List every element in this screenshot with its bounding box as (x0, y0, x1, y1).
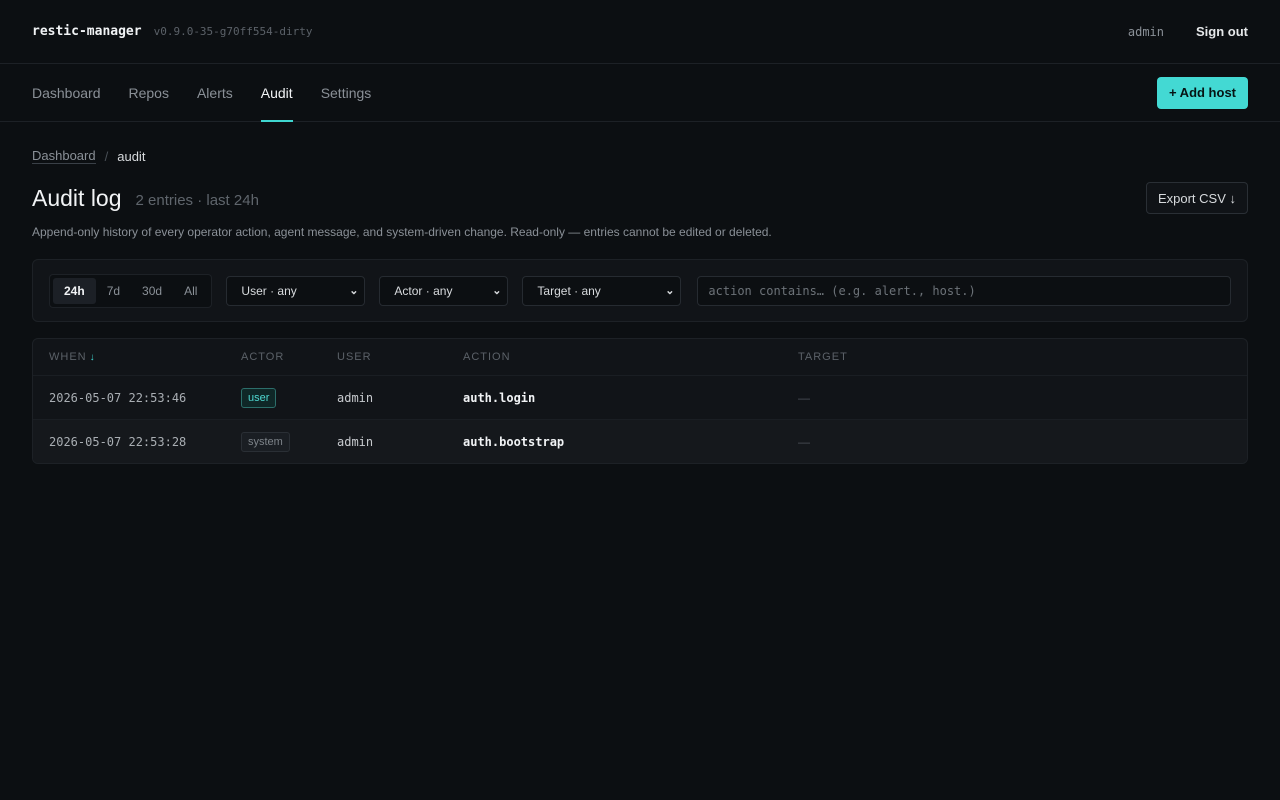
cell-user: admin (337, 434, 374, 449)
range-all-button[interactable]: All (173, 278, 208, 304)
main-content: Dashboard / audit Audit log 2 entries · … (0, 148, 1280, 464)
column-action: ACTION (463, 351, 511, 363)
chevron-down-icon: ⌄ (492, 285, 502, 297)
chevron-down-icon: ⌄ (349, 285, 359, 297)
cell-user: admin (337, 390, 374, 405)
column-when-label: WHEN (49, 351, 87, 363)
chevron-down-icon: ⌄ (665, 285, 675, 297)
target-filter-value: Target · any (537, 283, 601, 298)
table-header-row: WHEN ↓ ACTOR USER ACTION TARGET (33, 339, 1247, 375)
target-filter-select[interactable]: Target · any ⌄ (522, 275, 682, 306)
breadcrumb-dashboard-link[interactable]: Dashboard (32, 148, 96, 164)
column-when[interactable]: WHEN ↓ (33, 351, 225, 363)
cell-when: 2026-05-07 22:53:28 (49, 434, 187, 449)
range-30d-button[interactable]: 30d (131, 278, 173, 304)
column-user: USER (337, 351, 372, 363)
time-range-group: 24h 7d 30d All (49, 273, 213, 308)
cell-when: 2026-05-07 22:53:46 (49, 390, 187, 405)
sign-out-button[interactable]: Sign out (1196, 24, 1248, 39)
sort-down-icon: ↓ (89, 352, 96, 363)
cell-target: — (798, 390, 810, 405)
tab-audit[interactable]: Audit (260, 64, 293, 122)
breadcrumb: Dashboard / audit (32, 148, 1248, 164)
column-actor: ACTOR (241, 351, 285, 363)
filter-panel: 24h 7d 30d All User · any ⌄ Actor · any … (32, 259, 1248, 322)
main-nav: Dashboard Repos Alerts Audit Settings + … (0, 64, 1280, 122)
tab-alerts[interactable]: Alerts (197, 64, 233, 121)
cell-action: auth.login (463, 390, 536, 405)
title-row: Audit log 2 entries · last 24h Export CS… (32, 182, 1248, 214)
table-row[interactable]: 2026-05-07 22:53:46 user admin auth.logi… (33, 375, 1247, 419)
current-user: admin (1127, 24, 1164, 39)
actor-badge: system (241, 431, 290, 452)
actor-filter-value: Actor · any (394, 283, 453, 298)
app-name[interactable]: restic-manager (32, 24, 142, 39)
range-7d-button[interactable]: 7d (96, 278, 131, 304)
entries-summary: 2 entries · last 24h (135, 191, 259, 209)
actor-filter-select[interactable]: Actor · any ⌄ (379, 275, 509, 306)
breadcrumb-separator: / (104, 148, 109, 164)
breadcrumb-current: audit (117, 148, 146, 164)
app-version: v0.9.0-35-g70ff554-dirty (153, 25, 313, 38)
export-csv-button[interactable]: Export CSV ↓ (1145, 182, 1248, 214)
tab-repos[interactable]: Repos (129, 64, 169, 121)
range-24h-button[interactable]: 24h (53, 277, 96, 304)
page-title: Audit log (32, 184, 122, 211)
tab-dashboard[interactable]: Dashboard (32, 64, 101, 121)
add-host-button[interactable]: + Add host (1156, 76, 1248, 109)
audit-table: WHEN ↓ ACTOR USER ACTION TARGET 2026-05-0… (32, 338, 1248, 464)
tab-settings[interactable]: Settings (321, 64, 372, 121)
cell-action: auth.bootstrap (463, 434, 565, 449)
user-filter-value: User · any (241, 283, 297, 298)
actor-badge: user (241, 387, 277, 408)
action-search-input[interactable] (697, 275, 1231, 306)
cell-actor: user (225, 387, 321, 408)
page-description: Append-only history of every operator ac… (32, 225, 772, 239)
table-row[interactable]: 2026-05-07 22:53:28 system admin auth.bo… (33, 419, 1247, 463)
user-filter-select[interactable]: User · any ⌄ (226, 275, 366, 306)
column-target: TARGET (798, 351, 848, 363)
top-bar: restic-manager v0.9.0-35-g70ff554-dirty … (0, 0, 1280, 64)
cell-actor: system (225, 431, 321, 452)
cell-target: — (798, 434, 810, 449)
